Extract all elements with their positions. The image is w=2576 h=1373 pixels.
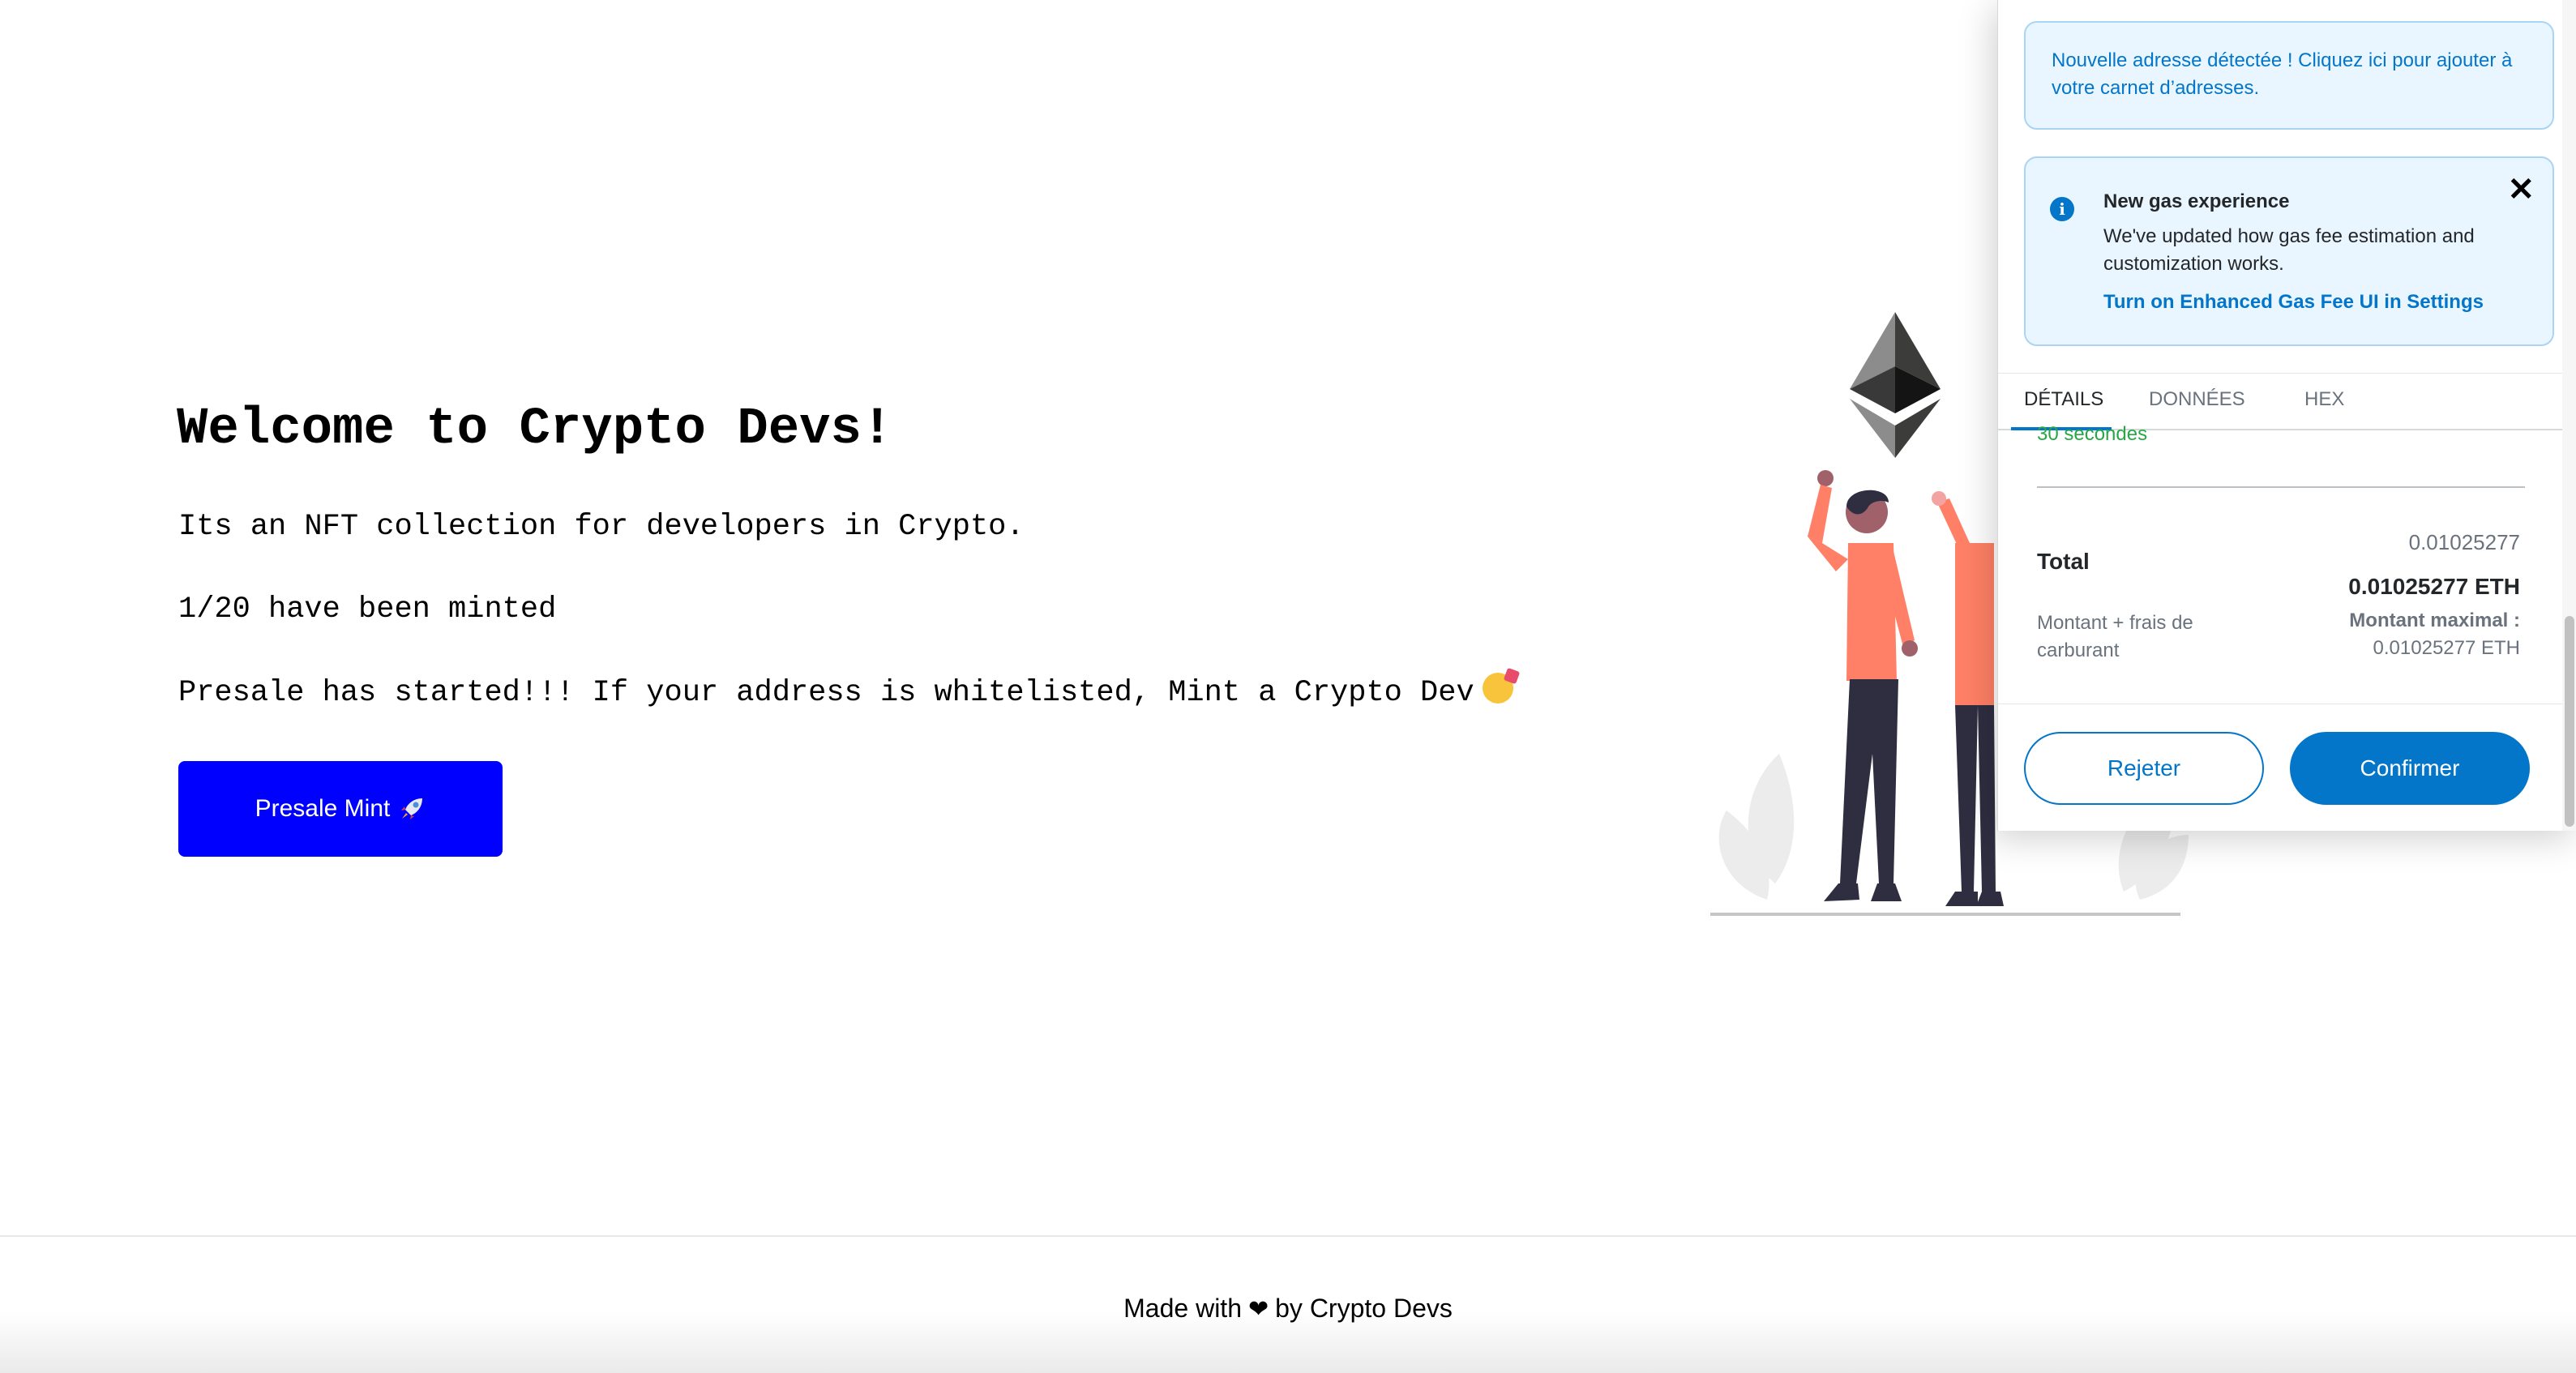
rocket-icon (401, 798, 423, 819)
wallet-confirm-popup: Nouvelle adresse détectée ! Cliquez ici … (1997, 0, 2576, 831)
scrollbar[interactable] (2562, 0, 2576, 831)
presale-mint-label: Presale Mint (255, 795, 391, 822)
time-estimate: 30 secondes (2037, 423, 2148, 445)
tab-details[interactable]: DÉTAILS (2024, 388, 2103, 411)
page-footer: Made with ❤ by Crypto Devs (0, 1235, 2576, 1373)
gas-alert-body: We've updated how gas fee estimation and… (2103, 225, 2475, 275)
person-right (1932, 491, 2004, 906)
heart-icon: ❤ (1247, 1296, 1269, 1323)
presale-message: Presale has started!!! If your address i… (178, 673, 1513, 712)
gas-alert-title: New gas experience (2103, 190, 2290, 212)
new-address-alert[interactable]: Nouvelle adresse détectée ! Cliquez ici … (2024, 21, 2554, 130)
scrollbar-thumb[interactable] (2565, 616, 2574, 827)
total-amount: 0.01025277 (2408, 530, 2520, 554)
footer-suffix: by Crypto Devs (1275, 1294, 1453, 1323)
enhanced-gas-settings-link[interactable]: Turn on Enhanced Gas Fee UI in Settings (2103, 291, 2484, 314)
gas-experience-alert: i ✕ New gas experience We've updated how… (2024, 156, 2554, 346)
presale-text: Presale has started!!! If your address i… (178, 676, 1474, 710)
total-label: Total (2037, 549, 2090, 574)
total-amount-eth: 0.01025277 ETH (2348, 574, 2520, 599)
tab-data[interactable]: DONNÉES (2149, 388, 2245, 411)
info-icon: i (2050, 197, 2074, 221)
tab-hex[interactable]: HEX (2304, 388, 2344, 411)
page-title: Welcome to Crypto Devs! (177, 400, 893, 459)
minted-count: 1/20 have been minted (178, 592, 557, 627)
max-amount-value: 0.01025277 ETH (2373, 637, 2520, 659)
collection-description: Its an NFT collection for developers in … (178, 510, 1025, 544)
footer-credit: Made with ❤ by Crypto Devs (0, 1294, 2576, 1324)
transaction-tabs: DÉTAILS DONNÉES HEX (1998, 373, 2576, 430)
confirm-button[interactable]: Confirmer (2290, 732, 2530, 805)
partying-face-icon (1482, 673, 1513, 704)
fees-label: Montant + frais de carburant (2037, 612, 2193, 661)
person-left (1808, 470, 1918, 901)
ethereum-logo-icon (1850, 312, 1941, 458)
presale-mint-button[interactable]: Presale Mint (178, 761, 503, 857)
details-divider (2037, 486, 2525, 488)
close-icon[interactable]: ✕ (2507, 171, 2535, 208)
max-amount-label: Montant maximal : (2349, 610, 2520, 631)
reject-button[interactable]: Rejeter (2024, 732, 2264, 805)
footer-prefix: Made with (1123, 1294, 1242, 1323)
